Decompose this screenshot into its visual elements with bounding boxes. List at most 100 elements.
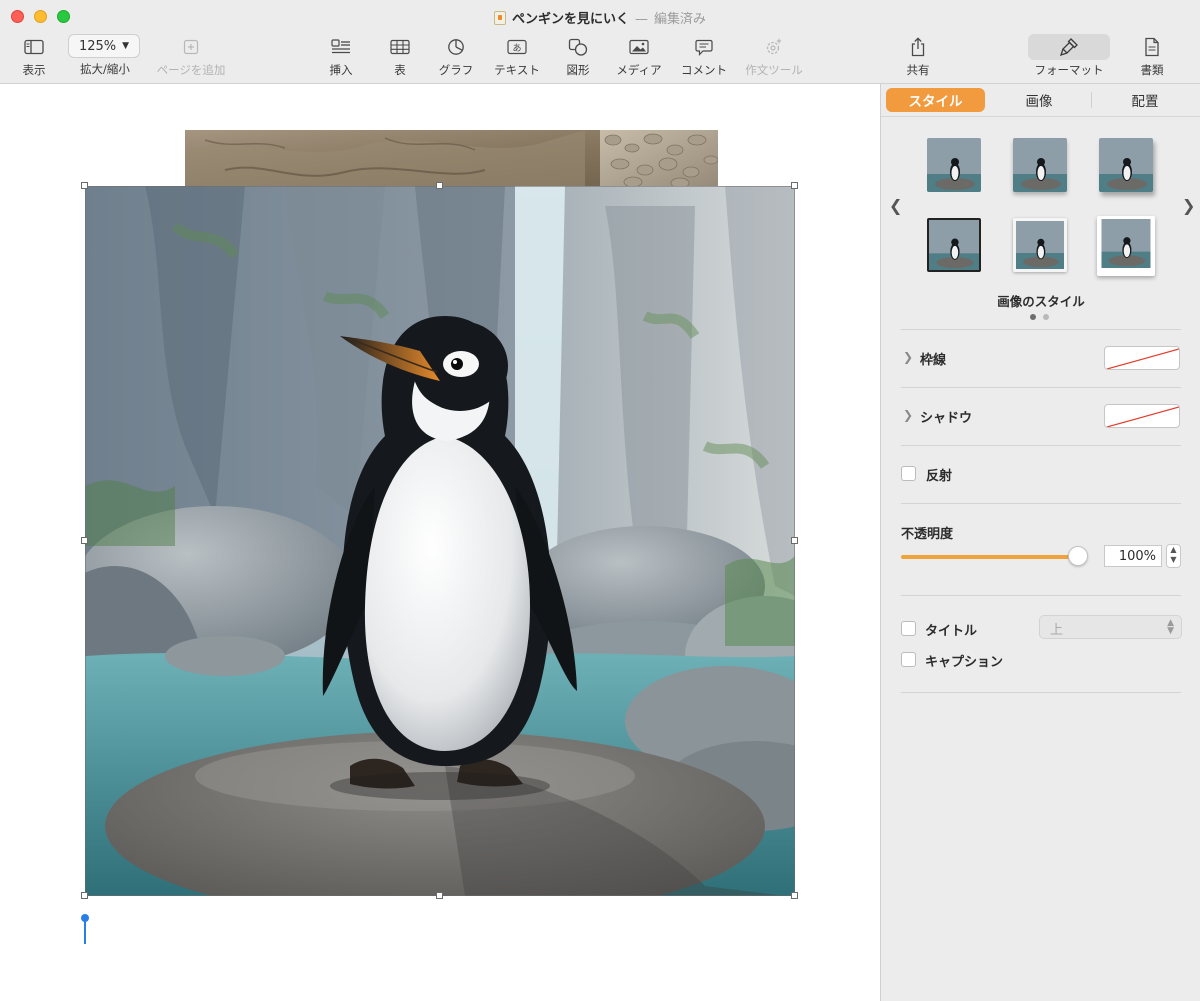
background-rock-image[interactable]	[185, 130, 718, 188]
shadow-label[interactable]: シャドウ	[920, 407, 972, 426]
format-label: フォーマット	[1034, 63, 1104, 77]
page-dot-active[interactable]	[1030, 314, 1036, 320]
pages-window: ペンギンを見にいく — 編集済み 表示 125% ▼ 拡大/縮小 ページを追加	[0, 0, 1200, 1001]
tab-separator	[1091, 92, 1092, 108]
title-separator: —	[635, 12, 648, 27]
chart-label: グラフ	[438, 63, 474, 77]
add-page-button[interactable]: ページを追加	[152, 36, 230, 78]
section-divider	[901, 595, 1181, 596]
resize-handle-top-right[interactable]	[791, 182, 798, 189]
text-button[interactable]: あ テキスト	[492, 36, 542, 78]
zoom-value: 125%	[78, 38, 117, 54]
chart-button[interactable]: グラフ	[436, 36, 476, 78]
resize-handle-top-left[interactable]	[81, 182, 88, 189]
plus-square-icon	[152, 36, 230, 58]
shape-button[interactable]: 図形	[563, 36, 593, 78]
border-color-well[interactable]	[1104, 346, 1180, 370]
tab-arrange[interactable]: 配置	[1097, 88, 1193, 112]
image-style-thumbnail[interactable]	[927, 218, 981, 272]
shape-icon	[563, 36, 593, 58]
shape-label: 図形	[566, 63, 590, 77]
caption-label: キャプション	[925, 655, 1004, 670]
title-checkbox[interactable]	[901, 621, 916, 636]
add-page-label: ページを追加	[156, 63, 226, 77]
document-title: ペンギンを見にいく	[511, 12, 629, 27]
tab-image[interactable]: 画像	[993, 88, 1085, 112]
reflection-checkbox[interactable]	[901, 466, 916, 481]
resize-handle-right[interactable]	[791, 537, 798, 544]
table-icon	[386, 36, 414, 58]
image-style-thumbnail[interactable]	[1097, 216, 1155, 276]
media-button[interactable]: メディア	[613, 36, 665, 78]
chevron-down-icon[interactable]: ▼	[1170, 555, 1176, 564]
comment-button[interactable]: コメント	[678, 36, 730, 78]
reflection-label: 反射	[926, 469, 953, 484]
toolbar: ペンギンを見にいく — 編集済み 表示 125% ▼ 拡大/縮小 ページを追加	[0, 0, 1200, 84]
title-position-select[interactable]: 上 ▲ ▼	[1039, 615, 1182, 639]
sidebar-icon	[14, 36, 54, 58]
tabs-divider	[881, 116, 1200, 117]
comment-label: コメント	[681, 63, 727, 77]
opacity-slider-knob[interactable]	[1068, 546, 1088, 566]
penguin-image[interactable]	[85, 186, 795, 896]
zoom-select[interactable]: 125% ▼	[68, 34, 140, 58]
opacity-slider-track[interactable]	[901, 555, 1077, 559]
zoom-control[interactable]: 125% ▼ 拡大/縮小	[68, 34, 142, 77]
caption-checkbox[interactable]	[901, 652, 916, 667]
insert-label: 挿入	[329, 63, 353, 77]
sidebar-tabs: スタイル 画像 配置	[881, 84, 1200, 116]
disclosure-chevron-icon[interactable]: ❯	[903, 350, 913, 364]
chevron-down-icon: ▼	[122, 41, 130, 51]
list-insert-icon	[322, 36, 360, 58]
opacity-value-field[interactable]: 100%	[1104, 545, 1162, 567]
style-page-indicator[interactable]	[1030, 314, 1049, 320]
photo-icon	[613, 36, 665, 58]
format-button[interactable]: フォーマット	[1030, 36, 1108, 78]
updown-chevron-icon: ▲ ▼	[1167, 618, 1174, 636]
chevron-right-icon[interactable]: ❯	[1182, 196, 1195, 215]
opacity-stepper[interactable]: ▲ ▼	[1166, 544, 1181, 568]
opacity-label: 不透明度	[901, 527, 954, 542]
section-divider	[901, 692, 1181, 693]
document-label: 書類	[1140, 63, 1164, 77]
share-button[interactable]: 共有	[902, 36, 934, 78]
document-icon	[1136, 36, 1168, 58]
writing-tools-label: 作文ツール	[745, 63, 803, 77]
resize-handle-left[interactable]	[81, 537, 88, 544]
section-divider	[901, 503, 1181, 504]
border-label[interactable]: 枠線	[920, 349, 946, 368]
zoom-label: 拡大/縮小	[80, 62, 130, 76]
image-style-thumbnail[interactable]	[1099, 138, 1153, 192]
resize-handle-bottom-right[interactable]	[791, 892, 798, 899]
section-divider	[901, 387, 1181, 388]
image-style-thumbnail[interactable]	[927, 138, 981, 192]
chart-pie-icon	[436, 36, 476, 58]
resize-handle-bottom[interactable]	[436, 892, 443, 899]
resize-handle-bottom-left[interactable]	[81, 892, 88, 899]
table-button[interactable]: 表	[386, 36, 414, 78]
chevron-up-icon[interactable]: ▲	[1170, 545, 1176, 554]
resize-handle-top[interactable]	[436, 182, 443, 189]
section-divider	[901, 445, 1181, 446]
share-icon	[902, 36, 934, 58]
disclosure-chevron-icon[interactable]: ❯	[903, 408, 913, 422]
page-dot[interactable]	[1043, 314, 1049, 320]
sparkle-gear-icon	[742, 36, 806, 58]
shadow-color-well[interactable]	[1104, 404, 1180, 428]
chevron-left-icon[interactable]: ❮	[889, 196, 902, 215]
insert-button[interactable]: 挿入	[322, 36, 360, 78]
document-button[interactable]: 書類	[1136, 36, 1168, 78]
writing-tools-button[interactable]: 作文ツール	[742, 36, 806, 78]
format-sidebar: スタイル 画像 配置 ❮ ❯ 画像のスタイル ❯ 枠線 ❯ シャドウ 反射 不透…	[880, 84, 1200, 1001]
section-divider	[901, 329, 1181, 330]
document-canvas[interactable]	[0, 84, 880, 1001]
paintbrush-icon	[1030, 36, 1108, 58]
view-button[interactable]: 表示	[14, 36, 54, 78]
table-label: 表	[394, 63, 406, 77]
image-style-thumbnail[interactable]	[1013, 218, 1067, 272]
image-style-thumbnail[interactable]	[1013, 138, 1067, 192]
text-box-icon: あ	[492, 36, 542, 58]
text-label: テキスト	[494, 63, 540, 77]
tab-style[interactable]: スタイル	[886, 88, 985, 112]
image-styles-label: 画像のスタイル	[997, 294, 1085, 309]
